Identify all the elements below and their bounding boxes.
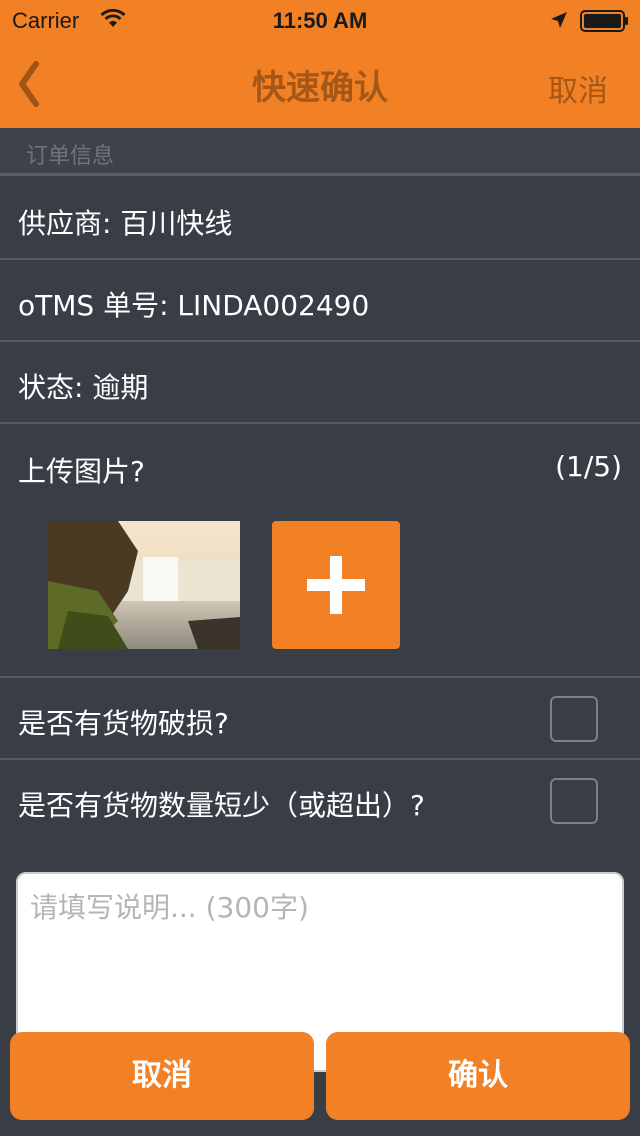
damage-checkbox[interactable] — [550, 696, 598, 742]
header: Carrier 11:50 AM 快速确认 取消 — [0, 0, 640, 128]
order-number-label: oTMS 单号: LINDA002490 — [18, 289, 370, 322]
nav-bar: 快速确认 取消 — [0, 40, 640, 128]
quantity-check-row: 是否有货物数量短少（或超出）? — [0, 760, 640, 842]
upload-count: (1/5) — [555, 450, 622, 483]
status-bar: Carrier 11:50 AM — [0, 0, 640, 40]
upload-section: 上传图片? (1/5) — [0, 424, 640, 678]
damage-check-label: 是否有货物破损? — [18, 707, 229, 740]
status-time: 11:50 AM — [272, 8, 368, 33]
confirm-button[interactable]: 确认 — [326, 1032, 630, 1120]
location-icon — [551, 12, 567, 28]
nav-cancel-button[interactable]: 取消 — [548, 66, 608, 110]
quantity-check-label: 是否有货物数量短少（或超出）? — [18, 789, 425, 822]
order-number-row: oTMS 单号: LINDA002490 — [0, 260, 640, 342]
quantity-checkbox[interactable] — [550, 778, 598, 824]
page-title: 快速确认 — [252, 68, 388, 108]
upload-label: 上传图片? — [18, 455, 145, 488]
damage-check-row: 是否有货物破损? — [0, 678, 640, 760]
cancel-button[interactable]: 取消 — [10, 1032, 314, 1120]
status-label: 状态: 逾期 — [18, 371, 149, 404]
status-row: 状态: 逾期 — [0, 342, 640, 424]
add-photo-button[interactable] — [272, 521, 400, 649]
section-header: 订单信息 — [0, 128, 640, 176]
supplier-row: 供应商: 百川快线 — [0, 178, 640, 260]
section-title: 订单信息 — [26, 144, 115, 169]
battery-icon — [580, 10, 628, 32]
photo-thumbnail[interactable] — [48, 521, 240, 649]
supplier-label: 供应商: 百川快线 — [18, 207, 233, 240]
bottom-action-bar: 取消 确认 — [0, 1030, 640, 1136]
